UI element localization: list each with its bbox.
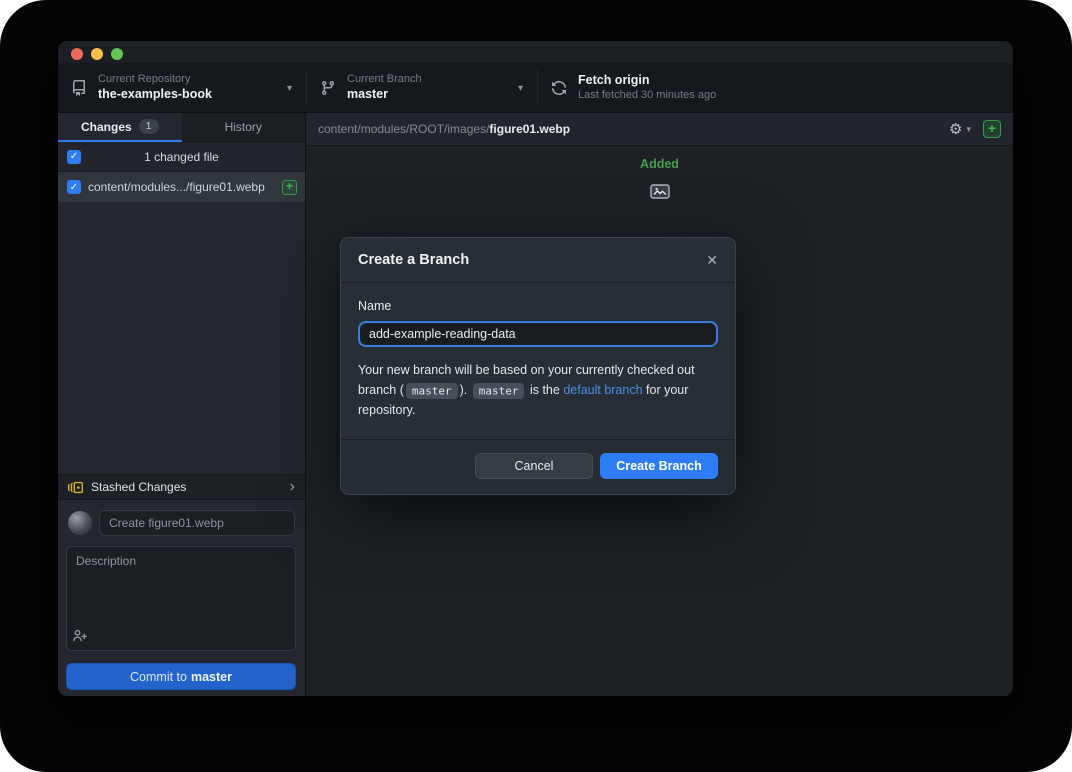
dialog-description: Your new branch will be based on your cu… — [358, 360, 718, 420]
sidebar-tabs: Changes 1 History — [58, 113, 305, 142]
changed-file-row[interactable]: ✓ content/modules.../figure01.webp + — [58, 172, 305, 202]
commit-form: Commit to master — [58, 500, 305, 696]
commit-summary-input[interactable] — [99, 510, 295, 536]
branch-name-input[interactable] — [358, 321, 718, 347]
create-branch-button[interactable]: Create Branch — [600, 453, 718, 479]
file-added-status-icon: + — [282, 180, 297, 195]
diff-file-path-prefix: content/modules/ROOT/images/ — [318, 122, 489, 136]
dialog-header: Create a Branch ✕ — [341, 238, 735, 283]
commit-button[interactable]: Commit to master — [66, 663, 296, 690]
fetch-origin-button[interactable]: Fetch origin Last fetched 30 minutes ago — [538, 63, 1013, 113]
close-window-button[interactable] — [71, 48, 83, 60]
chevron-down-icon: ▾ — [966, 124, 971, 135]
dialog-text-3: is the — [526, 383, 563, 397]
sidebar: Changes 1 History ✓ 1 changed file ✓ con… — [58, 113, 306, 696]
dialog-text-2: ). — [460, 383, 468, 397]
current-branch-label: Current Branch — [347, 73, 422, 87]
branch-code-pill: master — [473, 383, 525, 399]
commit-button-prefix: Commit to — [130, 670, 187, 684]
added-status-icon: + — [983, 120, 1001, 138]
chevron-down-icon: ▾ — [518, 83, 523, 94]
fetch-origin-label: Fetch origin — [578, 73, 716, 89]
diff-file-path: content/modules/ROOT/images/figure01.web… — [318, 122, 949, 136]
current-repository-label: Current Repository — [98, 73, 212, 87]
sync-icon — [551, 80, 567, 96]
dialog-body: Name Your new branch will be based on yo… — [341, 283, 735, 439]
dialog-title: Create a Branch — [358, 252, 469, 268]
diff-options-button[interactable]: ⚙ ▾ — [949, 122, 971, 137]
branch-name-label: Name — [358, 299, 718, 313]
changed-files-summary: 1 changed file — [58, 142, 305, 171]
git-branch-icon — [320, 80, 336, 96]
screenshot-canvas: Current Repository the-examples-book ▾ C… — [0, 0, 1072, 772]
file-checkbox[interactable]: ✓ — [67, 180, 81, 194]
title-bar — [58, 41, 1013, 63]
tab-history-label: History — [225, 120, 262, 134]
stashed-changes-label: Stashed Changes — [91, 480, 282, 494]
changed-files-summary-row: ✓ 1 changed file — [58, 142, 305, 172]
tab-changes-label: Changes — [81, 120, 132, 134]
current-repository-value: the-examples-book — [98, 87, 212, 103]
stash-icon — [68, 480, 83, 495]
stashed-changes-bar[interactable]: Stashed Changes › — [58, 474, 305, 500]
cancel-button[interactable]: Cancel — [475, 453, 593, 479]
chevron-down-icon: ▾ — [287, 83, 292, 94]
changes-count-badge: 1 — [139, 119, 159, 135]
add-coauthor-icon[interactable] — [72, 628, 88, 644]
repo-icon — [71, 80, 87, 96]
added-status-text: Added — [306, 157, 1013, 171]
toolbar: Current Repository the-examples-book ▾ C… — [58, 63, 1013, 113]
default-branch-link[interactable]: default branch — [563, 383, 642, 397]
dialog-footer: Cancel Create Branch — [341, 439, 735, 494]
current-branch-value: master — [347, 87, 422, 103]
current-repository-button[interactable]: Current Repository the-examples-book ▾ — [58, 63, 306, 113]
fetch-origin-sublabel: Last fetched 30 minutes ago — [578, 89, 716, 103]
tab-changes[interactable]: Changes 1 — [58, 113, 182, 142]
create-branch-dialog: Create a Branch ✕ Name Your new branch w… — [340, 237, 736, 495]
close-icon[interactable]: ✕ — [706, 252, 718, 269]
gear-icon: ⚙ — [949, 122, 962, 137]
image-placeholder-icon — [650, 184, 670, 199]
commit-description-textarea[interactable] — [66, 546, 296, 651]
minimize-window-button[interactable] — [91, 48, 103, 60]
branch-code-pill: master — [406, 383, 458, 399]
diff-status-area: Added — [306, 157, 1013, 204]
zoom-window-button[interactable] — [111, 48, 123, 60]
select-all-checkbox[interactable]: ✓ — [67, 150, 81, 164]
diff-file-name: figure01.webp — [489, 122, 570, 136]
commit-button-branch: master — [191, 670, 232, 684]
chevron-right-icon: › — [290, 479, 295, 495]
tab-history[interactable]: History — [182, 113, 306, 142]
avatar — [68, 511, 92, 535]
current-branch-button[interactable]: Current Branch master ▾ — [307, 63, 537, 113]
diff-header: content/modules/ROOT/images/figure01.web… — [306, 113, 1013, 146]
file-path: content/modules.../figure01.webp — [88, 180, 276, 194]
